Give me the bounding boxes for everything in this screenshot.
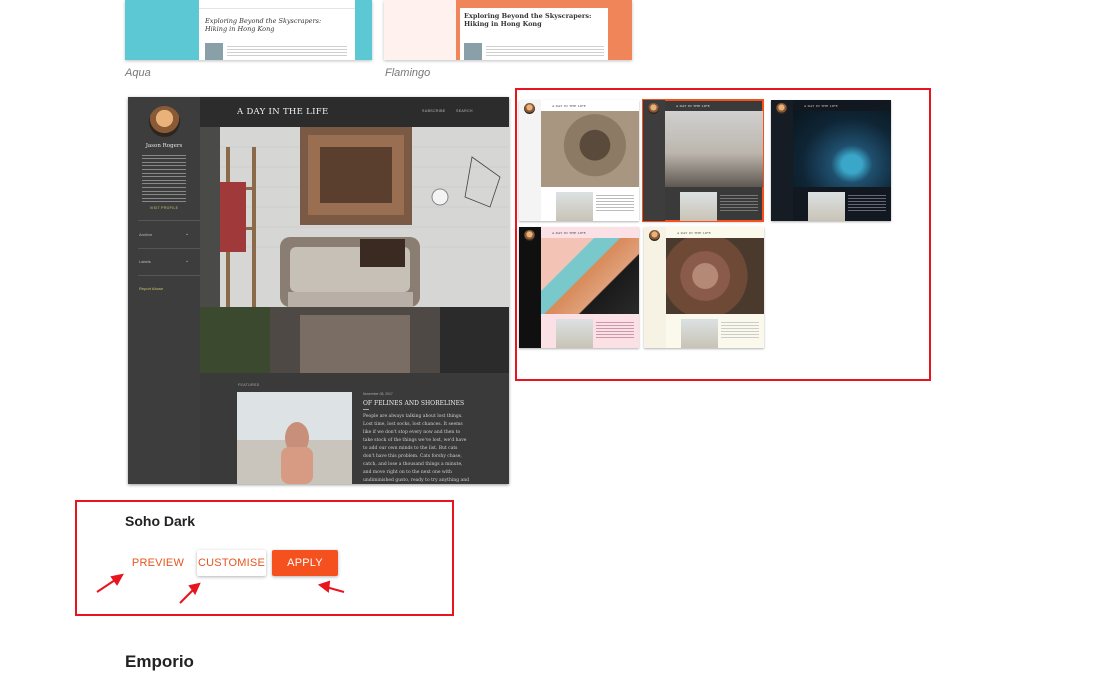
arrow-head-preview bbox=[110, 573, 124, 586]
next-theme-name: Emporio bbox=[125, 652, 194, 671]
annotation-arrows bbox=[96, 573, 345, 604]
arrow-head-apply bbox=[317, 580, 331, 593]
